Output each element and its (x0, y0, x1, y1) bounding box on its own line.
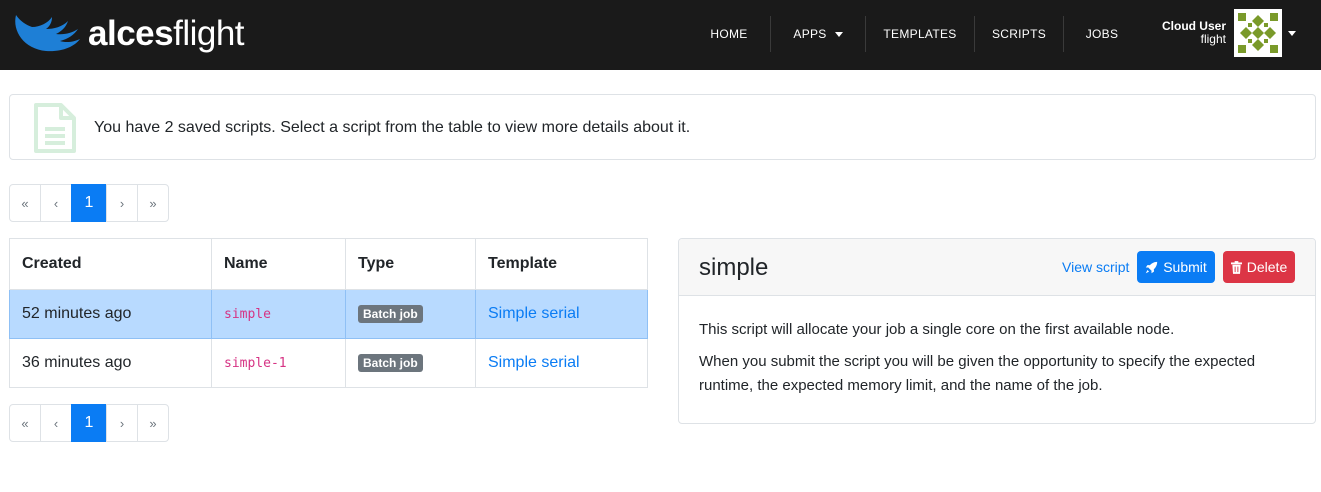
description-paragraph: When you submit the script you will be g… (699, 353, 1256, 394)
cell-created: 36 minutes ago (9, 338, 212, 388)
table-row[interactable]: 36 minutes ago simple-1 Batch job Simple… (9, 338, 648, 388)
alert-message: You have 2 saved scripts. Select a scrip… (94, 119, 691, 136)
description-paragraph: This script will allocate your job a sin… (699, 321, 1175, 338)
brand-name: alcesflight (88, 13, 245, 53)
view-script-link[interactable]: View script (1062, 259, 1129, 275)
brand-logo[interactable]: alcesflight (10, 8, 245, 58)
delete-button[interactable]: Delete (1223, 251, 1295, 283)
nav-jobs[interactable]: JOBS (1064, 16, 1140, 52)
table-row[interactable]: 52 minutes ago simple Batch job Simple s… (9, 289, 648, 339)
page-first-button[interactable]: « (9, 184, 41, 222)
page-last-button[interactable]: » (137, 184, 169, 222)
document-icon (34, 103, 76, 153)
card-body: This script will allocate your job a sin… (679, 296, 1315, 398)
page-prev-button[interactable]: ‹ (40, 184, 72, 222)
nav-apps-dropdown[interactable]: APPS (771, 16, 866, 52)
user-login: flight (1200, 32, 1226, 46)
template-link[interactable]: Simple serial (488, 305, 580, 322)
submit-button[interactable]: Submit (1137, 251, 1215, 283)
type-badge: Batch job (358, 305, 423, 323)
rocket-icon (1146, 261, 1158, 273)
nav-home[interactable]: HOME (688, 16, 771, 52)
antler-logo-icon (15, 15, 81, 52)
page-next-button[interactable]: › (106, 184, 138, 222)
column-header-template: Template (475, 238, 648, 290)
page-current-button[interactable]: 1 (71, 184, 107, 222)
page-current-button[interactable]: 1 (71, 404, 107, 442)
info-alert: You have 2 saved scripts. Select a scrip… (9, 94, 1316, 160)
scripts-table: Created Name Type Template 52 minutes ag… (9, 238, 648, 388)
page-prev-button[interactable]: ‹ (40, 404, 72, 442)
chevron-down-icon (834, 31, 843, 37)
cell-created: 52 minutes ago (9, 289, 212, 339)
type-badge: Batch job (358, 354, 423, 372)
template-link[interactable]: Simple serial (488, 354, 580, 371)
page-last-button[interactable]: » (137, 404, 169, 442)
script-name: simple-1 (224, 356, 287, 371)
main-nav: HOME APPS TEMPLATES SCRIPTS JOBS (688, 16, 1140, 52)
script-name: simple (224, 307, 271, 322)
column-header-type: Type (345, 238, 476, 290)
column-header-name: Name (211, 238, 346, 290)
column-header-created: Created (9, 238, 212, 290)
script-title: simple (699, 254, 769, 281)
avatar[interactable] (1234, 9, 1282, 57)
top-navbar: alcesflight HOME APPS TEMPLATES SCRIPTS … (0, 0, 1321, 70)
script-detail-card: simple View script Submit Delete This sc… (678, 238, 1316, 424)
chevron-down-icon (1288, 30, 1296, 36)
user-menu[interactable]: Cloud User flight (1150, 8, 1310, 58)
pagination-top: « ‹ 1 › » (9, 184, 169, 222)
pagination-bottom: « ‹ 1 › » (9, 404, 169, 442)
trash-icon (1230, 260, 1242, 274)
page-next-button[interactable]: › (106, 404, 138, 442)
nav-templates[interactable]: TEMPLATES (866, 16, 975, 52)
card-header: simple View script Submit Delete (679, 239, 1315, 296)
nav-scripts[interactable]: SCRIPTS (975, 16, 1064, 52)
table-header-row: Created Name Type Template (9, 238, 648, 290)
page-first-button[interactable]: « (9, 404, 41, 442)
